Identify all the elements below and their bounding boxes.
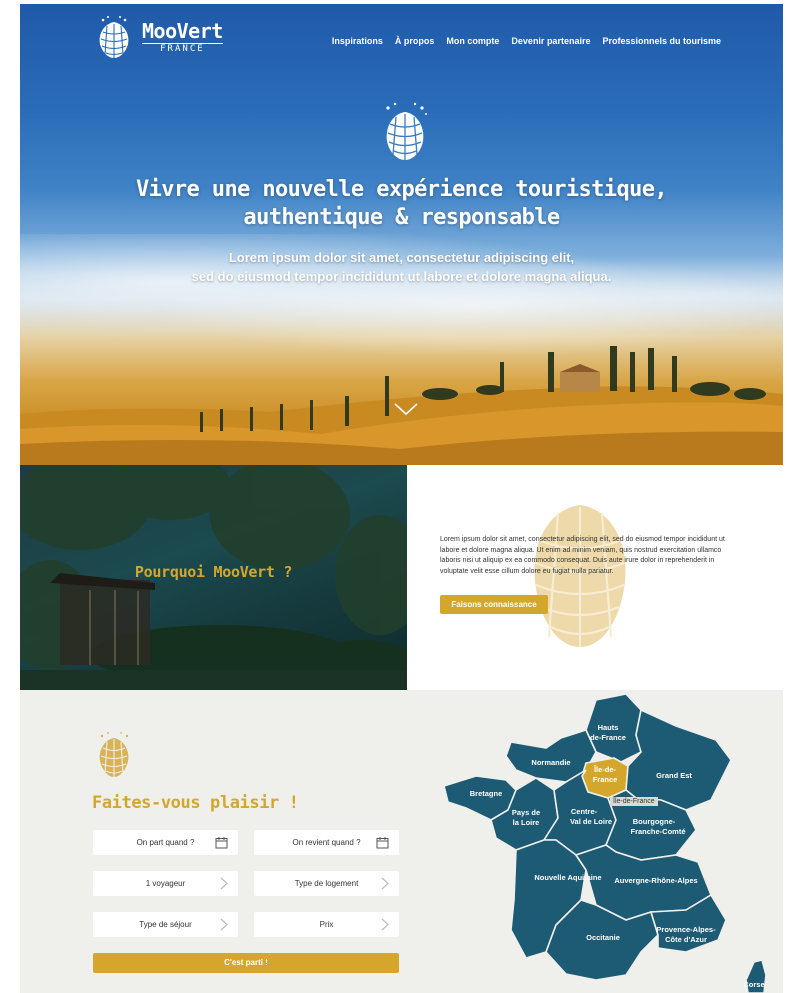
- label-paca-line2: Côte d'Azur: [665, 935, 707, 944]
- region-tooltip: Île-de-France: [610, 797, 658, 806]
- label-idf-line2: France: [593, 775, 618, 784]
- label-cvl-line2: Val de Loire: [570, 817, 612, 826]
- date-retour-label: On revient quand ?: [292, 838, 361, 847]
- why-text-panel: Lorem ipsum dolor sit amet, consectetur …: [407, 465, 783, 690]
- pine-cone-icon: [378, 100, 432, 169]
- search-panel: Faites-vous plaisir ! On part quand ? On…: [20, 690, 436, 993]
- type-logement-label: Type de logement: [294, 879, 359, 888]
- type-sejour-select[interactable]: Type de séjour: [93, 912, 238, 937]
- label-bfc-line2: Franche-Comté: [630, 827, 685, 836]
- label-pdl-line1: Pays de: [512, 808, 540, 817]
- hero-title: Vivre une nouvelle expérience touristiqu…: [20, 176, 783, 232]
- nav-mon-compte[interactable]: Mon compte: [446, 36, 499, 46]
- label-auvergne-rhone-alpes: Auvergne-Rhône-Alpes: [614, 876, 697, 885]
- why-image-panel: Pourquoi MooVert ?: [20, 465, 407, 690]
- label-paca-line1: Provence-Alpes-: [656, 925, 716, 934]
- nav-inspirations[interactable]: Inspirations: [332, 36, 383, 46]
- brand-logo[interactable]: MooVert FRANCE: [94, 14, 223, 60]
- hero-title-line1: Vivre une nouvelle expérience touristiqu…: [135, 177, 668, 202]
- hero-subtitle-line2: sed do eiusmod tempor incididunt ut labo…: [191, 269, 612, 284]
- label-bretagne: Bretagne: [470, 789, 503, 798]
- date-depart-field[interactable]: On part quand ?: [93, 830, 238, 855]
- label-nouvelle-aquitaine: Nouvelle Aquitaine: [534, 873, 601, 882]
- pine-cone-logo-icon: [94, 14, 134, 60]
- hero-subtitle-line1: Lorem ipsum dolor sit amet, consectetur …: [228, 250, 575, 265]
- label-bfc-line1: Bourgogne-: [633, 817, 676, 826]
- chevron-right-icon: [381, 877, 389, 892]
- hero-subtitle: Lorem ipsum dolor sit amet, consectetur …: [20, 248, 783, 286]
- label-idf-line1: Île-de-: [593, 765, 617, 774]
- nav-a-propos[interactable]: À propos: [395, 36, 435, 46]
- chevron-right-icon: [220, 918, 228, 933]
- chevron-right-icon: [381, 918, 389, 933]
- region-grand-est[interactable]: [625, 708, 732, 811]
- france-map: Hauts de-France Normandie Île-de- France…: [436, 690, 783, 993]
- calendar-icon: [376, 836, 389, 851]
- cest-parti-button[interactable]: C'est parti !: [93, 953, 399, 973]
- pine-cone-decoration-icon: [525, 501, 635, 656]
- date-depart-label: On part quand ?: [136, 838, 195, 847]
- why-paragraph: Lorem ipsum dolor sit amet, consectetur …: [440, 536, 725, 575]
- nav-professionnels[interactable]: Professionnels du tourisme: [602, 36, 721, 46]
- hero-section: MooVert FRANCE Inspirations À propos Mon…: [20, 4, 783, 465]
- label-cvl-line1: Centre-: [571, 807, 598, 816]
- label-corse: Corse: [743, 980, 764, 989]
- label-de-france: de-France: [590, 733, 626, 742]
- label-pdl-line2: la Loire: [513, 818, 540, 827]
- date-retour-field[interactable]: On revient quand ?: [254, 830, 399, 855]
- brand-country: FRANCE: [142, 42, 223, 54]
- type-logement-select[interactable]: Type de logement: [254, 871, 399, 896]
- pine-cone-small-icon: [94, 730, 134, 785]
- search-title: Faites-vous plaisir !: [92, 793, 299, 813]
- label-occitanie: Occitanie: [586, 933, 620, 942]
- label-hauts: Hauts: [598, 723, 619, 732]
- scroll-down-chevron-icon[interactable]: [393, 402, 419, 421]
- prix-select[interactable]: Prix: [254, 912, 399, 937]
- why-title: Pourquoi MooVert ?: [134, 563, 293, 581]
- prix-label: Prix: [319, 920, 334, 929]
- faisons-connaissance-button[interactable]: Faisons connaissance: [440, 595, 548, 614]
- hero-landscape-image: [20, 346, 783, 465]
- calendar-icon: [215, 836, 228, 851]
- label-normandie: Normandie: [531, 758, 570, 767]
- chevron-right-icon: [220, 877, 228, 892]
- brand-name: MooVert: [142, 18, 223, 43]
- nav-devenir-partenaire[interactable]: Devenir partenaire: [511, 36, 590, 46]
- main-nav: Inspirations À propos Mon compte Devenir…: [332, 36, 721, 46]
- voyageurs-select[interactable]: 1 voyageur: [93, 871, 238, 896]
- voyageurs-label: 1 voyageur: [145, 879, 186, 888]
- label-grand-est: Grand Est: [656, 771, 692, 780]
- type-sejour-label: Type de séjour: [139, 920, 192, 929]
- hero-title-line2: authentique & responsable: [243, 205, 560, 230]
